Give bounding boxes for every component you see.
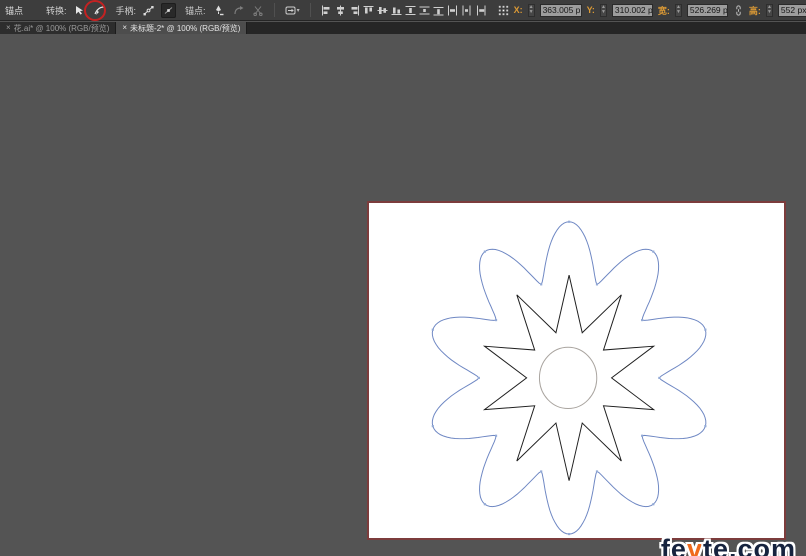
distribute-right-icon[interactable]: [475, 5, 486, 16]
align-right-icon[interactable]: [349, 5, 360, 16]
document-tab-flower[interactable]: × 花.ai* @ 100% (RGB/预览): [0, 22, 117, 34]
close-icon[interactable]: ×: [6, 24, 11, 32]
anchor-point[interactable]: [704, 425, 707, 428]
x-field-label: X:: [513, 5, 523, 15]
handles-label: 手柄:: [115, 5, 137, 16]
distribute-v-center-icon[interactable]: [419, 5, 430, 16]
anchor-point[interactable]: [540, 283, 543, 286]
close-icon[interactable]: ×: [122, 24, 127, 32]
context-label: 锚点: [5, 5, 24, 16]
anchor-point[interactable]: [431, 328, 434, 331]
y-stepper[interactable]: ▲ ▼: [599, 3, 607, 17]
anchor-point[interactable]: [595, 470, 599, 473]
artwork-svg[interactable]: [369, 203, 784, 538]
y-field-label: Y:: [586, 5, 595, 15]
remove-anchor-button[interactable]: [211, 3, 226, 18]
convert-to-corner-button[interactable]: [72, 3, 87, 18]
align-bottom-icon[interactable]: [391, 5, 402, 16]
constrain-proportions-icon[interactable]: [733, 4, 744, 16]
y-input[interactable]: 310.002 p: [611, 3, 653, 17]
stepper-down-icon[interactable]: ▼: [767, 10, 772, 15]
anchor-point[interactable]: [641, 434, 644, 437]
chevron-down-icon: ▾: [296, 7, 300, 14]
align-top-icon[interactable]: [363, 5, 374, 16]
convert-label: 转换:: [46, 5, 67, 16]
watermark: fevte.com: [661, 534, 796, 556]
cut-path-icon: [252, 5, 263, 16]
width-stepper[interactable]: ▲ ▼: [674, 3, 682, 17]
stepper-down-icon[interactable]: ▼: [601, 10, 606, 15]
anchor-point[interactable]: [494, 319, 498, 322]
height-stepper[interactable]: ▲ ▼: [765, 3, 773, 17]
width-input[interactable]: 526.269 p: [686, 3, 728, 17]
hide-handles-button[interactable]: [161, 2, 177, 18]
anchor-point[interactable]: [641, 319, 644, 322]
hide-handles-icon: [164, 6, 173, 14]
separator: [273, 3, 275, 17]
watermark-text: te.com: [702, 534, 796, 556]
width-field-label: 宽:: [657, 5, 670, 16]
star-path[interactable]: [482, 275, 656, 481]
anchor-point[interactable]: [483, 503, 486, 506]
anchor-point[interactable]: [652, 503, 655, 506]
align-left-icon[interactable]: [321, 5, 332, 16]
anchor-point[interactable]: [483, 250, 486, 253]
reference-point-icon[interactable]: [498, 5, 509, 16]
distribute-h-center-icon[interactable]: [461, 5, 472, 16]
show-handles-button[interactable]: [141, 3, 156, 18]
x-stepper[interactable]: ▲ ▼: [527, 3, 535, 17]
artboard[interactable]: [367, 201, 786, 540]
distribute-bottom-icon[interactable]: [433, 5, 444, 16]
distribute-left-icon[interactable]: [447, 5, 458, 16]
separator: [309, 3, 311, 17]
convert-to-smooth-button[interactable]: [92, 3, 107, 18]
align-buttons: [321, 5, 486, 16]
stepper-down-icon[interactable]: ▼: [529, 10, 534, 15]
stepper-down-icon[interactable]: ▼: [676, 10, 681, 15]
anchor-point[interactable]: [595, 283, 599, 286]
center-circle-path[interactable]: [538, 346, 598, 410]
anchor-point[interactable]: [652, 250, 655, 253]
anchor-point[interactable]: [658, 376, 661, 379]
isolate-object-icon: [285, 6, 296, 14]
cut-path-button[interactable]: [251, 3, 266, 18]
canvas-area[interactable]: [0, 34, 806, 556]
smooth-point-icon: [93, 5, 104, 15]
anchor-point[interactable]: [704, 328, 707, 331]
tab-label: 未标题-2* @ 100% (RGB/预览): [130, 23, 241, 33]
x-input[interactable]: 363.005 p: [539, 3, 582, 17]
anchor-point[interactable]: [494, 434, 498, 437]
document-tab-untitled2[interactable]: × 未标题-2* @ 100% (RGB/预览): [116, 22, 248, 34]
height-field-label: 高:: [748, 5, 761, 16]
connect-endpoints-button[interactable]: [231, 3, 246, 18]
tab-label: 花.ai* @ 100% (RGB/预览): [13, 23, 110, 33]
align-h-center-icon[interactable]: [335, 5, 346, 16]
control-bar: 锚点 转换: 手柄: 锚点: ▾ X: ▲ ▼ 363.005 p Y: ▲ ▼…: [0, 0, 806, 21]
corner-point-icon: [75, 5, 83, 15]
anchors-label: 锚点:: [185, 5, 206, 16]
anchor-point[interactable]: [477, 376, 480, 379]
anchor-point[interactable]: [568, 220, 571, 223]
height-input[interactable]: 552 px: [777, 3, 806, 17]
flower-path[interactable]: [431, 221, 707, 535]
watermark-accent: v: [686, 534, 703, 556]
show-handles-icon: [143, 5, 154, 15]
anchor-point[interactable]: [540, 470, 543, 473]
watermark-text: fe: [660, 534, 687, 556]
align-v-center-icon[interactable]: [377, 5, 388, 16]
document-tab-bar: × 花.ai* @ 100% (RGB/预览) × 未标题-2* @ 100% …: [0, 22, 806, 34]
isolate-object-button[interactable]: ▾: [283, 3, 302, 18]
anchor-point[interactable]: [568, 532, 571, 536]
connect-path-icon: [233, 5, 244, 14]
distribute-top-icon[interactable]: [405, 5, 416, 16]
pen-minus-icon: [215, 5, 224, 15]
anchor-point[interactable]: [431, 425, 434, 428]
